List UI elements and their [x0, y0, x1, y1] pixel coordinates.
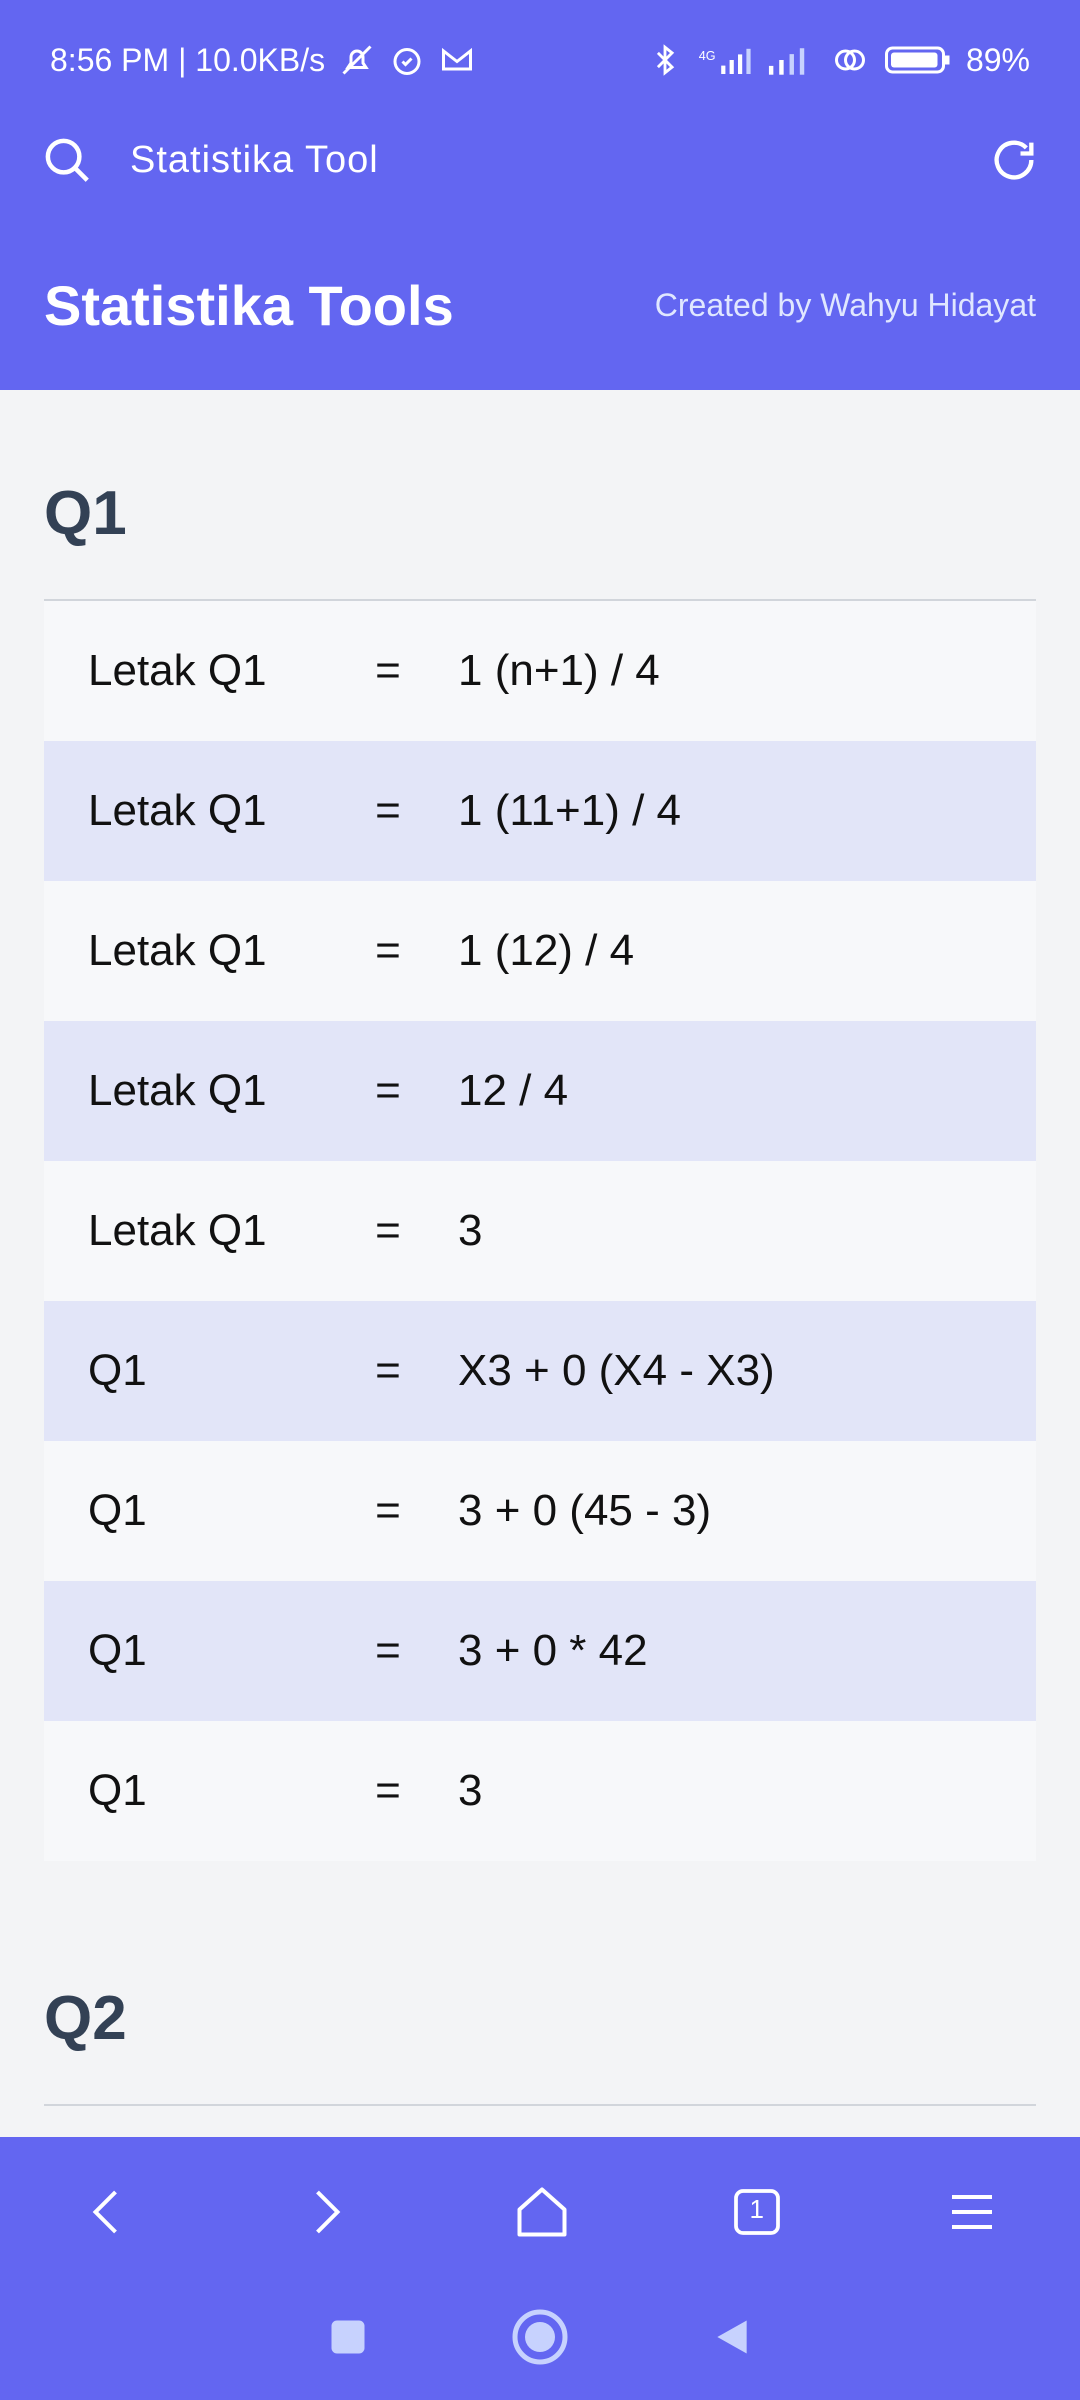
section-title-q2: Q2	[44, 1984, 127, 2053]
site-title: Statistika Tools	[44, 273, 454, 337]
site-header: Statistika Tools Created by Wahyu Hidaya…	[44, 270, 1036, 340]
home-circle-icon[interactable]	[510, 2307, 570, 2367]
home-icon[interactable]	[512, 2182, 572, 2242]
row-operator: =	[375, 1486, 401, 1535]
back-icon[interactable]	[78, 2182, 138, 2242]
page-title[interactable]: Statistika Tool	[130, 139, 988, 182]
table-row: Letak Q1 = 1 (11+1) / 4	[44, 741, 1036, 881]
row-value: X3 + 0 (X4 - X3)	[458, 1346, 775, 1395]
browser-nav: 1	[0, 2167, 1080, 2257]
battery-level: 89%	[965, 41, 1030, 78]
alarm-icon	[389, 42, 425, 78]
tabs-icon[interactable]: 1	[729, 2184, 785, 2240]
site-credit: Created by Wahyu Hidayat	[654, 286, 1036, 323]
table-row: Letak Q1 = 3	[44, 1161, 1036, 1301]
row-label: Letak Q1	[88, 926, 267, 975]
divider	[44, 2104, 1036, 2106]
status-bar: 8:56 PM | 10.0KB/s 4G 89%	[50, 30, 1030, 90]
row-label: Q1	[88, 1626, 147, 1675]
svg-text:4G: 4G	[699, 49, 716, 63]
tab-count: 1	[749, 2194, 765, 2224]
bottom-bar: 1	[0, 2137, 1080, 2400]
row-label: Letak Q1	[88, 1206, 267, 1255]
search-icon[interactable]	[40, 133, 94, 187]
row-operator: =	[375, 786, 401, 835]
table-row: Q1 = 3 + 0 * 42	[44, 1581, 1036, 1721]
row-operator: =	[375, 1066, 401, 1115]
row-value: 1 (12) / 4	[458, 926, 635, 975]
table-row: Letak Q1 = 1 (n+1) / 4	[44, 601, 1036, 741]
signal-4g-icon: 4G	[696, 42, 752, 78]
row-label: Letak Q1	[88, 786, 267, 835]
forward-icon[interactable]	[295, 2182, 355, 2242]
row-value: 1 (n+1) / 4	[458, 646, 660, 695]
row-label: Letak Q1	[88, 646, 267, 695]
table-row: Q1 = X3 + 0 (X4 - X3)	[44, 1301, 1036, 1441]
row-label: Letak Q1	[88, 1066, 267, 1115]
system-nav	[0, 2297, 1080, 2377]
row-label: Q1	[88, 1766, 147, 1815]
row-operator: =	[375, 1766, 401, 1815]
row-operator: =	[375, 926, 401, 975]
mute-icon	[339, 42, 375, 78]
q1-table: Letak Q1 = 1 (n+1) / 4 Letak Q1 = 1 (11+…	[44, 601, 1036, 1861]
row-value: 3 + 0 * 42	[458, 1626, 648, 1675]
row-label: Q1	[88, 1346, 147, 1395]
row-value: 3 + 0 (45 - 3)	[458, 1486, 712, 1535]
table-row: Letak Q1 = 1 (12) / 4	[44, 881, 1036, 1021]
status-time: 8:56 PM | 10.0KB/s	[50, 41, 326, 78]
browser-toolbar: Statistika Tool	[40, 128, 1040, 192]
battery-icon	[884, 42, 952, 78]
row-operator: =	[375, 1346, 401, 1395]
row-value: 12 / 4	[458, 1066, 569, 1115]
menu-icon[interactable]	[942, 2182, 1002, 2242]
row-operator: =	[375, 1206, 401, 1255]
row-value: 1 (11+1) / 4	[458, 786, 681, 835]
table-row: Letak Q1 = 12 / 4	[44, 1021, 1036, 1161]
table-row: Q1 = 3	[44, 1721, 1036, 1861]
reload-icon[interactable]	[988, 134, 1040, 186]
recents-icon[interactable]	[326, 2315, 370, 2359]
gmail-icon	[439, 42, 475, 78]
hotspot-icon	[830, 42, 870, 78]
row-operator: =	[375, 646, 401, 695]
row-value: 3	[458, 1766, 483, 1815]
back-triangle-icon[interactable]	[710, 2313, 754, 2361]
row-value: 3	[458, 1206, 483, 1255]
row-label: Q1	[88, 1486, 147, 1535]
top-bar: 8:56 PM | 10.0KB/s 4G 89% Statistika Too…	[0, 0, 1080, 390]
row-operator: =	[375, 1626, 401, 1675]
bluetooth-icon	[648, 42, 682, 78]
signal-icon	[766, 42, 816, 78]
section-title-q1: Q1	[44, 479, 127, 548]
table-row: Q1 = 3 + 0 (45 - 3)	[44, 1441, 1036, 1581]
